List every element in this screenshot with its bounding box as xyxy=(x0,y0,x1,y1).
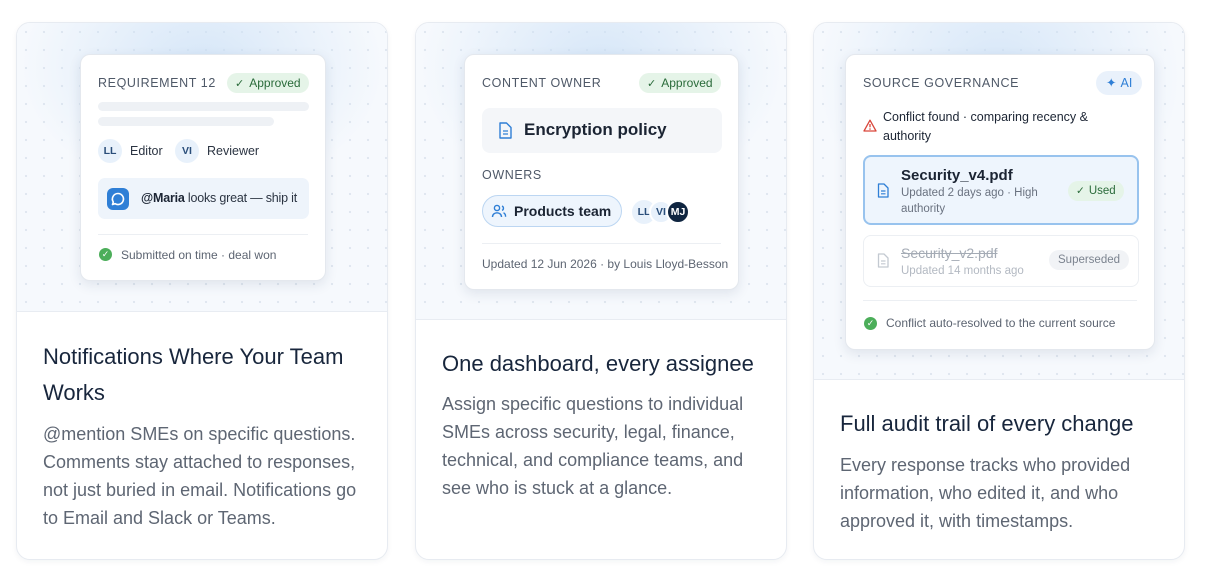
card-description: Assign specific questions to individual … xyxy=(442,394,744,498)
card-title: One dashboard, every assignee xyxy=(442,351,754,376)
superseded-badge: Superseded xyxy=(1049,250,1130,270)
used-badge: ✓ Used xyxy=(1068,181,1124,201)
role-label-editor: Editor xyxy=(130,144,163,158)
source-meta: Updated 14 months ago xyxy=(901,265,1024,277)
source-governance-panel: SOURCE GOVERNANCE ✦ AI Conflict found · c… xyxy=(845,54,1155,350)
owner-avatar: MJ xyxy=(666,200,690,224)
team-name: Products team xyxy=(514,203,612,219)
comment-box[interactable]: @Maria looks great — ship it xyxy=(98,178,309,219)
source-meta: Updated 2 days ago · High authority xyxy=(901,187,1038,215)
source-row-used[interactable]: Security_v4.pdf Updated 2 days ago · Hig… xyxy=(863,155,1139,225)
owners-label: OWNERS xyxy=(482,168,542,182)
approved-badge: ✓ Approved xyxy=(639,73,721,93)
source-row-superseded[interactable]: Security_v2.pdf Updated 14 months ago Su… xyxy=(863,235,1139,287)
submitted-status: Submitted on time · deal won xyxy=(121,248,277,262)
team-chip[interactable]: Products team xyxy=(482,195,622,227)
source-name: Security_v2.pdf xyxy=(901,245,998,261)
source-name: Security_v4.pdf xyxy=(901,167,1013,184)
document-title: Encryption policy xyxy=(524,120,667,139)
content-owner-panel: CONTENT OWNER ✓ Approved Encryption polic… xyxy=(464,54,739,290)
card-description: @mention SMEs on specific questions. Com… xyxy=(43,424,357,528)
users-icon xyxy=(491,203,507,224)
check-icon: ✓ xyxy=(1076,185,1085,197)
avatar-reviewer: VI xyxy=(175,139,199,163)
comment-mention: @Maria xyxy=(141,191,185,205)
role-label-reviewer: Reviewer xyxy=(207,144,260,158)
requirement-panel: REQUIREMENT 12 ✓ Approved LL Editor VI Re… xyxy=(80,54,326,281)
divider xyxy=(863,300,1137,301)
approved-label: Approved xyxy=(661,76,713,90)
check-circle-icon: ✓ xyxy=(864,317,877,330)
divider xyxy=(98,234,308,235)
resolution-status: Conflict auto-resolved to the current so… xyxy=(886,316,1116,330)
card-description: Every response tracks who provided infor… xyxy=(840,455,1131,531)
approved-label: Approved xyxy=(249,76,301,90)
ai-badge: ✦ AI xyxy=(1096,71,1143,95)
document-icon xyxy=(877,253,889,273)
approved-badge: ✓ Approved xyxy=(227,73,309,93)
document-icon xyxy=(498,122,512,144)
comment-text: @Maria looks great — ship it xyxy=(141,191,297,205)
feature-card-audit: SOURCE GOVERNANCE ✦ AI Conflict found · c… xyxy=(813,22,1185,560)
panel-eyebrow: SOURCE GOVERNANCE xyxy=(863,76,1020,90)
panel-eyebrow: REQUIREMENT 12 xyxy=(98,76,216,90)
feature-card-dashboard: CONTENT OWNER ✓ Approved Encryption polic… xyxy=(415,22,787,560)
updated-meta: Updated 12 Jun 2026 · by Louis Lloyd-Bes… xyxy=(482,257,729,271)
card-title: Notifications Where Your Team Works xyxy=(43,344,344,405)
warning-triangle-icon xyxy=(863,119,877,137)
avatar-editor: LL xyxy=(98,139,122,163)
check-circle-icon: ✓ xyxy=(99,248,112,261)
feature-card-notifications: REQUIREMENT 12 ✓ Approved LL Editor VI Re… xyxy=(16,22,388,560)
comment-bubble-icon xyxy=(107,188,129,210)
document-icon xyxy=(877,183,889,203)
skeleton-line xyxy=(98,117,274,126)
used-label: Used xyxy=(1088,185,1116,197)
check-icon: ✓ xyxy=(235,78,245,90)
document-row[interactable]: Encryption policy xyxy=(482,108,722,153)
ai-label: AI xyxy=(1120,76,1133,90)
skeleton-line xyxy=(98,102,309,111)
card-title: Full audit trail of every change xyxy=(840,411,1134,436)
panel-eyebrow: CONTENT OWNER xyxy=(482,76,602,90)
check-icon: ✓ xyxy=(647,78,657,90)
divider xyxy=(482,243,721,244)
comment-body: looks great — ship it xyxy=(184,191,297,205)
conflict-message: Conflict found · comparing recency & aut… xyxy=(883,110,1088,143)
sparkle-icon: ✦ xyxy=(1106,76,1117,90)
